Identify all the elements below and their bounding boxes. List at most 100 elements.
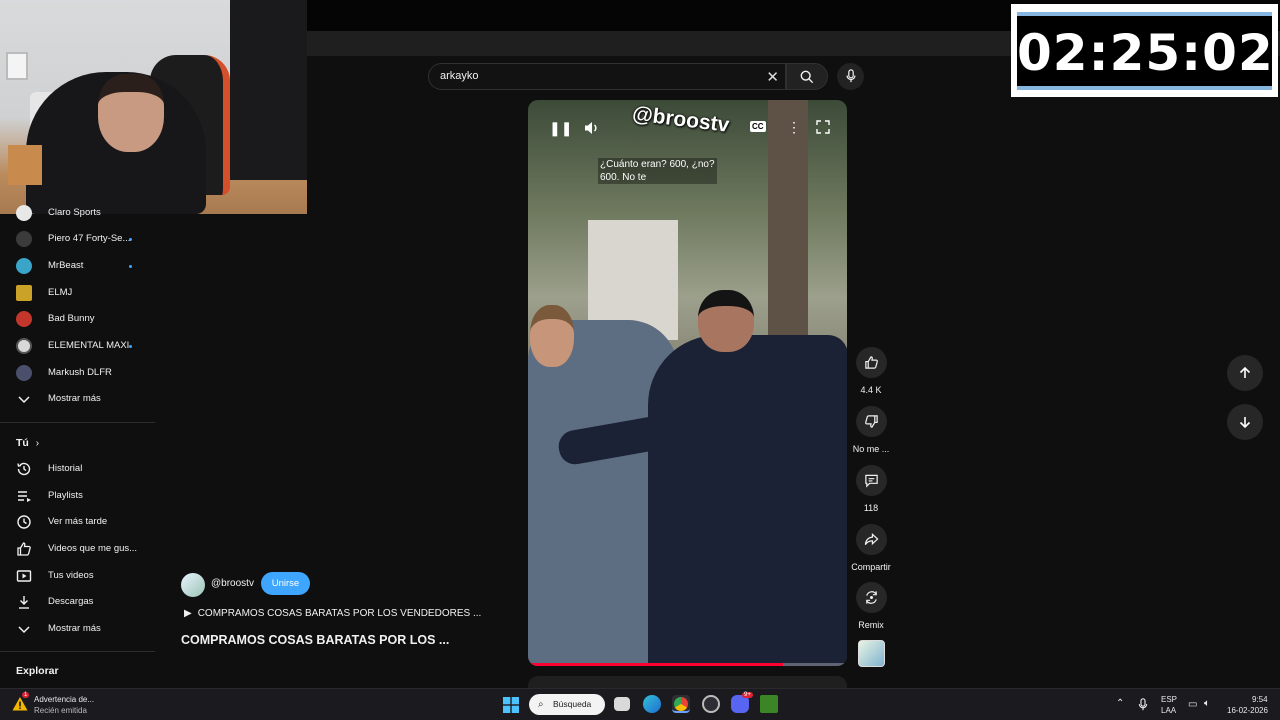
sidebar-item-label: Descargas [48, 596, 94, 607]
sidebar-item-your-videos[interactable]: Tus videos [0, 563, 155, 589]
shorts-video-player[interactable]: ❚❚ @broostv CC ⋮ ¿Cuánto eran? 600, ¿no?… [528, 100, 847, 666]
network-icon[interactable]: ▭ [1188, 699, 1197, 710]
webcam-overlay [0, 0, 307, 214]
chrome-icon[interactable] [672, 695, 690, 713]
sidebar-item-label: Piero 47 Forty-Se... [48, 233, 131, 244]
like-icon [855, 347, 887, 378]
remix-label: Remix [858, 620, 884, 630]
sidebar-divider [0, 651, 155, 652]
discord-badge: 9+ [742, 692, 753, 698]
search-input[interactable]: arkayko ✕ [428, 63, 786, 90]
sidebar-item-watch-later[interactable]: Ver más tarde [0, 509, 155, 535]
explore-section-heading: Explorar [16, 665, 59, 677]
video-face-right [698, 290, 754, 352]
webcam-head [98, 74, 164, 152]
chevron-down-icon [18, 626, 30, 634]
sound-thumbnail[interactable] [858, 640, 885, 667]
pause-icon[interactable]: ❚❚ [549, 120, 572, 137]
caption-line-2: 600. No te [600, 172, 647, 183]
sidebar-item-label: ELEMENTAL MAXI [48, 340, 130, 351]
voice-search-button[interactable] [837, 63, 864, 90]
your-videos-icon [16, 570, 32, 582]
minecraft-icon[interactable] [760, 695, 778, 713]
taskbar-date[interactable]: 16-02-2026 [1227, 706, 1268, 715]
show-more-subscriptions[interactable]: Mostrar más [0, 386, 155, 412]
volume-icon[interactable]: 🔈︎ [1204, 698, 1210, 709]
sidebar-item-elmj[interactable]: ELMJ [0, 280, 155, 306]
sidebar-item-elemental-maxi[interactable]: ELEMENTAL MAXI [0, 333, 155, 359]
volume-icon[interactable] [584, 121, 600, 135]
notification-title[interactable]: Advertencia de... [34, 695, 94, 704]
join-button[interactable]: Unirse [261, 572, 310, 595]
app-icon[interactable] [702, 695, 720, 713]
search-query: arkayko [440, 70, 479, 82]
sidebar-item-label: Historial [48, 463, 83, 474]
close-icon[interactable]: ✕ [766, 68, 779, 86]
sidebar-item-playlists[interactable]: Playlists [0, 483, 155, 509]
dislike-button[interactable]: No me ... [852, 406, 890, 454]
notification-subtitle: Recién emitida [34, 706, 87, 715]
sidebar-item-label: ELMJ [48, 287, 73, 298]
notification-badge: 1 [22, 692, 30, 698]
new-content-dot [129, 265, 132, 268]
warning-icon[interactable] [12, 696, 28, 712]
next-short-button[interactable] [1227, 404, 1263, 440]
language-bottom[interactable]: LAA [1161, 706, 1176, 715]
sidebar-item-label: Videos que me gus... [48, 543, 138, 554]
captions-button[interactable]: CC [750, 121, 766, 132]
channel-avatar[interactable] [181, 573, 205, 597]
next-short-preview[interactable] [528, 676, 847, 688]
timer-panel: 02:25:02 [1017, 12, 1273, 90]
chevron-down-icon [18, 396, 30, 404]
channel-handle[interactable]: @broostv [211, 578, 254, 589]
sidebar-item-mrbeast[interactable]: MrBeast [0, 253, 155, 279]
channel-avatar [16, 205, 32, 221]
windows-start-icon[interactable] [503, 697, 519, 713]
downloads-icon [19, 596, 29, 609]
video-watermark: @broostv [631, 102, 731, 137]
mic-icon[interactable] [1138, 698, 1148, 711]
watch-later-icon [17, 515, 31, 529]
playlist-link[interactable]: ▶ COMPRAMOS COSAS BARATAS POR LOS VENDEDO… [184, 608, 481, 619]
search-icon: ⌕ [538, 699, 544, 710]
sidebar-item-downloads[interactable]: Descargas [0, 589, 155, 615]
webcam-wardrobe [230, 0, 307, 180]
video-face-left [530, 305, 574, 367]
previous-short-button[interactable] [1227, 355, 1263, 391]
sidebar-item-history[interactable]: Historial [0, 456, 155, 482]
search-button[interactable] [786, 63, 828, 90]
edge-icon[interactable] [643, 695, 661, 713]
sidebar-item-markush[interactable]: Markush DLFR [0, 360, 155, 386]
history-icon [17, 462, 31, 476]
search-icon [800, 70, 814, 84]
remix-icon [855, 582, 887, 613]
language-top[interactable]: ESP [1161, 695, 1177, 704]
like-button[interactable]: 4.4 K [852, 347, 890, 395]
task-view-icon[interactable] [614, 697, 630, 711]
video-title[interactable]: COMPRAMOS COSAS BARATAS POR LOS ... [181, 633, 449, 647]
comments-count: 118 [863, 503, 879, 513]
share-button[interactable]: Compartir [851, 524, 891, 572]
taskbar-time[interactable]: 9:54 [1252, 695, 1268, 704]
taskbar-search[interactable]: ⌕ Búsqueda [529, 694, 605, 715]
sidebar-item-label: Ver más tarde [48, 516, 108, 527]
channel-avatar [16, 365, 32, 381]
sidebar-item-piero[interactable]: Piero 47 Forty-Se... [0, 226, 155, 252]
sidebar-item-label: Tus videos [48, 570, 94, 581]
sidebar-item-bad-bunny[interactable]: Bad Bunny [0, 306, 155, 332]
you-section-heading[interactable]: Tú › [16, 437, 39, 449]
remix-button[interactable]: Remix [852, 582, 890, 630]
video-caption: ¿Cuánto eran? 600, ¿no? 600. No te [598, 158, 717, 184]
webcam-object [8, 145, 42, 185]
share-label: Compartir [851, 562, 891, 572]
chevron-up-icon[interactable]: ⌃ [1116, 698, 1124, 709]
show-more-you[interactable]: Mostrar más [0, 616, 155, 642]
fullscreen-icon[interactable] [816, 120, 830, 134]
sidebar-item-claro-sports[interactable]: Claro Sports [0, 200, 155, 226]
liked-videos-icon [17, 542, 31, 556]
taskbar-search-label: Búsqueda [553, 699, 592, 709]
playlist-icon [18, 491, 31, 502]
comments-button[interactable]: 118 [852, 465, 890, 513]
sidebar-item-liked-videos[interactable]: Videos que me gus... [0, 536, 155, 562]
more-options-icon[interactable]: ⋮ [787, 119, 801, 136]
